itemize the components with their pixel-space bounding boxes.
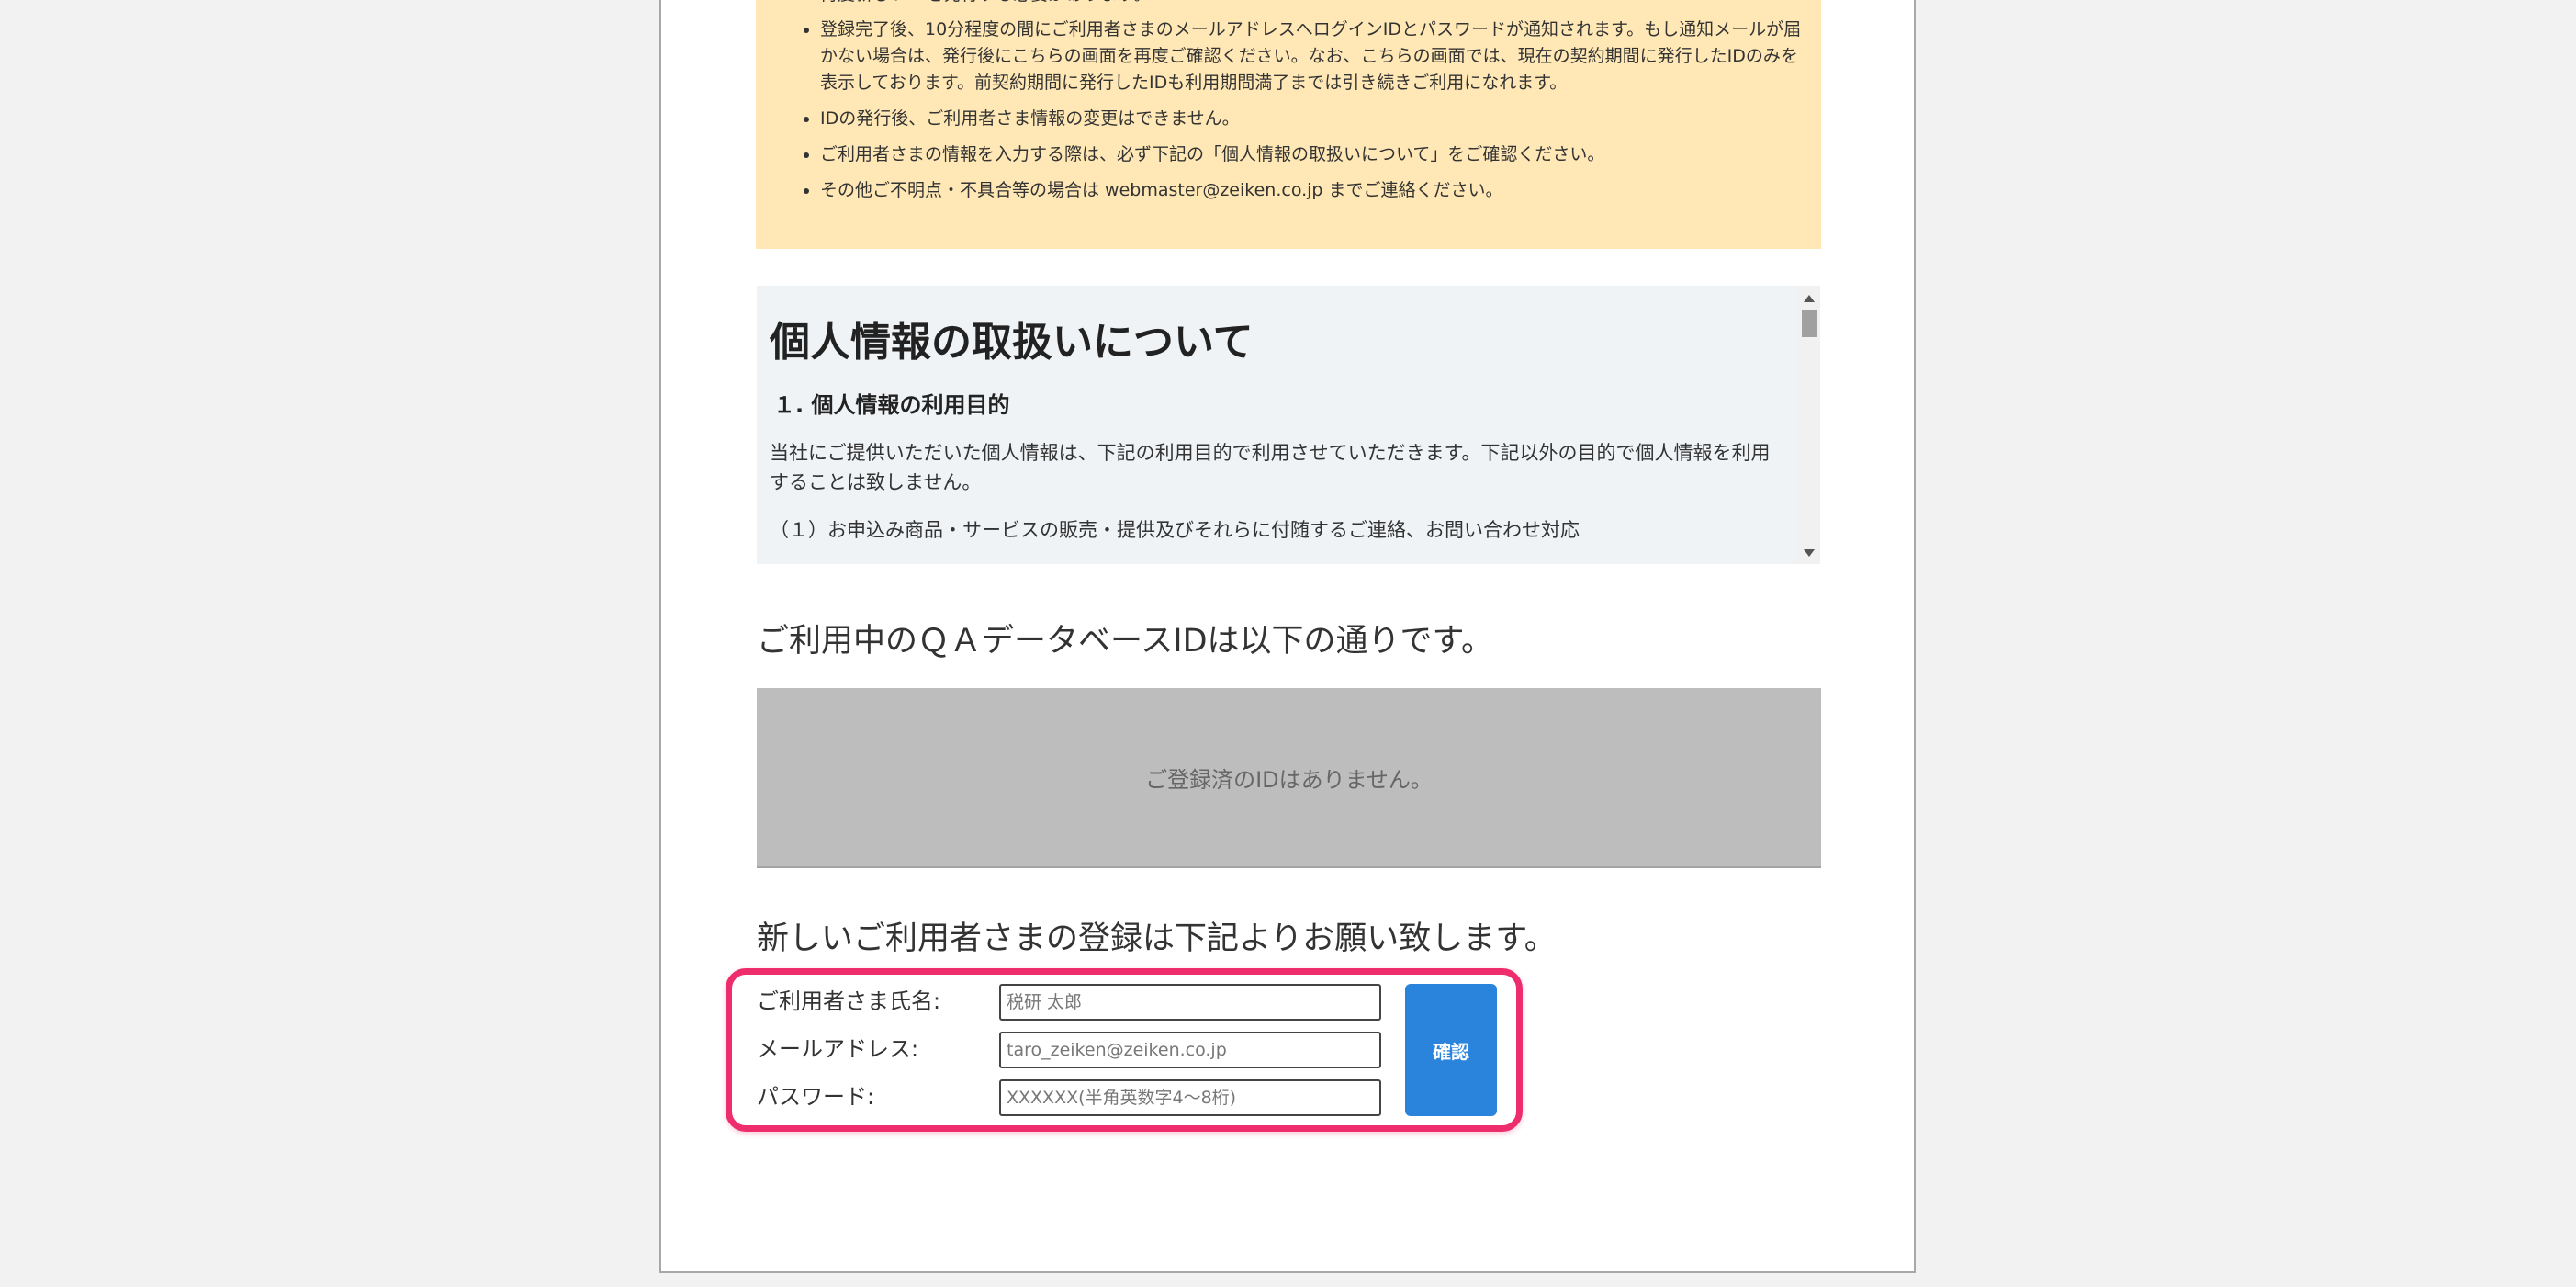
current-ids-heading: ご利用中のＱＡデータベースIDは以下の通りです。 bbox=[757, 623, 1494, 660]
privacy-policy-title: 個人情報の取扱いについて bbox=[770, 319, 1254, 366]
scroll-up-arrow-icon[interactable] bbox=[1804, 295, 1815, 302]
privacy-scrollbar[interactable] bbox=[1796, 286, 1820, 564]
notice-list: 再度新しいIDを発行する必要があります。 登録完了後、10分程度の間にご利用者さ… bbox=[756, 0, 1821, 204]
notice-box: 再度新しいIDを発行する必要があります。 登録完了後、10分程度の間にご利用者さ… bbox=[756, 0, 1821, 249]
registered-ids-box: ご登録済のIDはありません。 bbox=[757, 688, 1821, 868]
no-ids-message: ご登録済のIDはありません。 bbox=[1145, 766, 1433, 793]
privacy-list-item: （１）お申込み商品・サービスの販売・提供及びそれらに付随するご連絡、お問い合わせ… bbox=[770, 519, 1580, 541]
privacy-paragraph: 当社にご提供いただいた個人情報は、下記の利用目的で利用させていただきます。下記以… bbox=[770, 442, 1771, 493]
user-name-input[interactable] bbox=[999, 984, 1381, 1021]
scroll-down-arrow-icon[interactable] bbox=[1804, 549, 1815, 557]
password-label: パスワード: bbox=[757, 1084, 875, 1110]
privacy-policy-content: 個人情報の取扱いについて １. 個人情報の利用目的 当社にご提供いただいた個人情… bbox=[770, 286, 1783, 545]
new-user-heading: 新しいご利用者さまの登録は下記よりお願い致します。 bbox=[757, 920, 1557, 957]
email-label: メールアドレス: bbox=[757, 1036, 919, 1062]
confirm-button[interactable]: 確認 bbox=[1405, 984, 1497, 1116]
password-input[interactable] bbox=[999, 1079, 1381, 1116]
scrollbar-thumb[interactable] bbox=[1802, 310, 1817, 337]
notice-item: 登録完了後、10分程度の間にご利用者さまのメールアドレスへログインIDとパスワー… bbox=[820, 17, 1803, 96]
email-input[interactable] bbox=[999, 1032, 1381, 1068]
privacy-policy-panel[interactable]: 個人情報の取扱いについて １. 個人情報の利用目的 当社にご提供いただいた個人情… bbox=[757, 286, 1820, 564]
notice-item: 再度新しいIDを発行する必要があります。 bbox=[820, 0, 1803, 8]
notice-item: その他ご不明点・不具合等の場合は webmaster@zeiken.co.jp … bbox=[820, 177, 1803, 204]
notice-item: ご利用者さまの情報を入力する際は、必ず下記の「個人情報の取扱いについて」をご確認… bbox=[820, 141, 1803, 168]
user-name-label: ご利用者さま氏名: bbox=[757, 988, 941, 1014]
privacy-section-title: １. 個人情報の利用目的 bbox=[773, 392, 1010, 418]
notice-item: IDの発行後、ご利用者さま情報の変更はできません。 bbox=[820, 106, 1803, 132]
